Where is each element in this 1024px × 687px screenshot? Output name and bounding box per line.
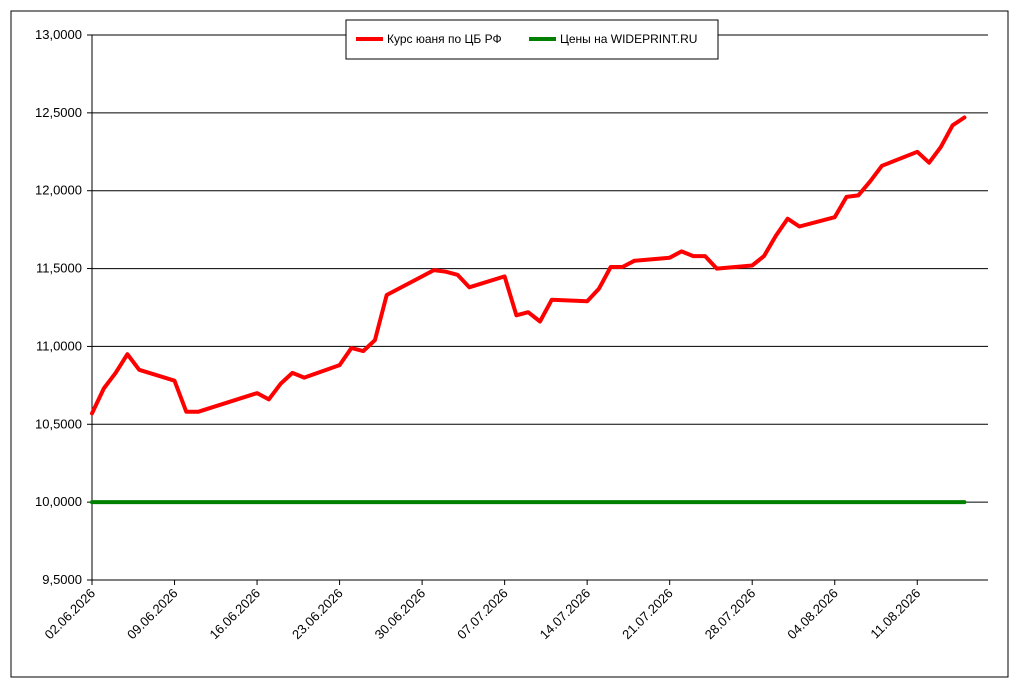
legend-label: Курс юаня по ЦБ РФ xyxy=(387,32,502,46)
y-tick-label: 9,5000 xyxy=(42,572,82,587)
y-tick-label: 12,5000 xyxy=(35,105,82,120)
chart-border xyxy=(10,10,1009,678)
legend: Курс юаня по ЦБ РФ Цены на WIDEPRINT.RU xyxy=(345,19,719,60)
y-tick-label: 13,0000 xyxy=(35,27,82,42)
line-chart: 9,5000 10,0000 10,5000 11,0000 11,5000 12,000… xyxy=(10,10,1009,678)
legend-label: Цены на WIDEPRINT.RU xyxy=(560,32,697,46)
y-tick-label: 11,0000 xyxy=(36,338,82,353)
y-tick-label: 10,5000 xyxy=(35,416,82,431)
chart-container: 9,5000 10,0000 10,5000 11,0000 11,5000 12,000… xyxy=(0,0,1024,687)
y-tick-label: 12,0000 xyxy=(35,183,82,198)
y-tick-label: 10,0000 xyxy=(35,494,82,509)
y-tick-label: 11,5000 xyxy=(36,261,82,276)
